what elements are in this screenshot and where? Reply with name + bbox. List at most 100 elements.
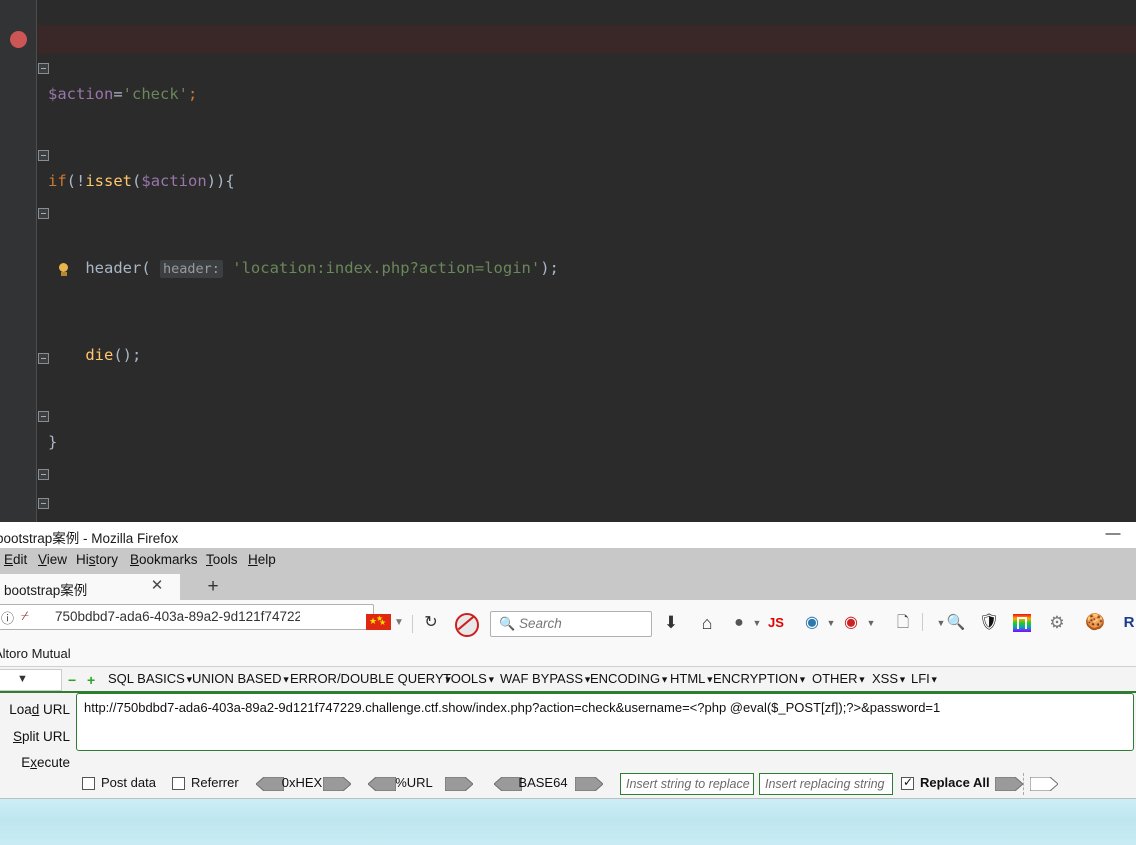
search-string-placeholder: Insert string to replace [626,777,750,791]
hb-menu-label: ENCODING [590,671,661,686]
home-icon[interactable]: ⌂ [696,612,718,634]
tab-title: bootstrap案例 [4,583,88,598]
toolbar-divider [412,615,413,633]
remove-profile-button[interactable]: − [68,672,76,688]
hb-menu-other[interactable]: OTHER▼ [812,671,866,686]
menu-help[interactable]: Help [248,552,276,567]
referrer-checkbox[interactable] [172,777,185,790]
search-bar[interactable]: 🔍 Search [490,611,652,637]
base64-label: BASE64 [518,775,568,790]
minimize-button[interactable]: — [1099,526,1127,544]
url-textarea-value: http://750bdbd7-ada6-403a-89a2-9d121f747… [84,700,941,715]
tab-strip: bootstrap案例 ✕ + [0,574,1136,600]
code-line-3: header( header: 'location:index.php?acti… [85,259,559,278]
base64-encode-button[interactable] [575,777,603,791]
replace-string-placeholder: Insert replacing string [765,777,885,791]
menu-bar: Edit View History Bookmarks Tools Help [0,548,1136,574]
window-titlebar: bootstrap案例 - Mozilla Firefox — [0,522,1136,548]
downloads-icon[interactable]: ⬇ [660,612,682,634]
wappalyzer-icon[interactable]: 🛡 [978,612,1000,634]
url-textarea[interactable]: http://750bdbd7-ada6-403a-89a2-9d121f747… [76,693,1134,751]
search-icon: 🔍 [499,616,516,631]
zoom-search-icon[interactable]: 🔍 [945,612,967,634]
load-url-button[interactable]: Load URL [0,702,70,717]
hackbar-profile-select[interactable]: ▼ [0,669,62,691]
hb-menu-label: ERROR/DOUBLE QUERY [290,671,444,686]
hb-menu-waf-bypass[interactable]: WAF BYPASS▼ [500,671,592,686]
code-editor[interactable]: $action='check'; if(!isset($action)){ he… [0,0,1136,522]
noscript-icon[interactable] [455,613,479,637]
chevron-down-icon: ▼ [17,673,28,685]
url-encode-label: %URL [395,775,433,790]
menu-history[interactable]: History [76,552,118,567]
bookmarks-toolbar: Altoro Mutual [0,644,1136,666]
hb-menu-error-double-query[interactable]: ERROR/DOUBLE QUERY▼ [290,671,453,686]
hackbar-icon[interactable]: ◉ [840,612,862,634]
replace-revert-button[interactable] [1030,777,1058,791]
hb-menu-label: TOOLS [443,671,487,686]
url-bar[interactable]: ⓘ ⌿ 750bdbd7-ada6-403a-89a2-9d121f747229… [0,604,374,630]
execute-button[interactable]: Execute [0,755,70,770]
toolbar-divider [922,613,923,631]
replace-all-checkbox[interactable] [901,775,914,790]
replace-all-label: Replace All [920,775,990,790]
rainbow-icon[interactable] [1013,614,1031,632]
hb-menu-html[interactable]: HTML▼ [670,671,714,686]
split-url-button[interactable]: Split URL [0,729,70,744]
hb-menu-xss[interactable]: XSS▼ [872,671,907,686]
hb-menu-encoding[interactable]: ENCODING▼ [590,671,669,686]
replace-string-input[interactable]: Insert replacing string [759,773,893,795]
browser-tab[interactable]: bootstrap案例 ✕ [0,574,180,600]
code-line-5: } [48,433,58,451]
menu-bookmarks[interactable]: Bookmarks [130,552,198,567]
page-copy-icon[interactable]: 🗋 [892,612,914,634]
post-data-checkbox[interactable] [82,777,95,790]
referrer-label: Referrer [191,775,239,790]
menu-view[interactable]: View [38,552,67,567]
editor-gutter[interactable] [0,0,36,522]
code-line-2: if(!isset($action)){ [48,172,235,190]
add-profile-button[interactable]: + [87,672,95,688]
menu-tools[interactable]: Tools [206,552,238,567]
new-tab-button[interactable]: + [203,577,223,597]
replace-apply-button[interactable] [995,777,1023,791]
hackbar-panel: ▼ − + SQL BASICS▼ UNION BASED▼ ERROR/DOU… [0,666,1136,799]
language-flag-icon[interactable]: ★ ★ ★ [366,614,391,630]
close-icon[interactable]: ✕ [148,577,166,595]
hb-menu-encryption[interactable]: ENCRYPTION▼ [713,671,807,686]
identity-icon[interactable]: ⓘ [1,608,14,627]
rk-icon[interactable]: R [1118,612,1136,634]
hb-menu-sql-basics[interactable]: SQL BASICS▼ [108,671,194,686]
hb-menu-label: SQL BASICS [108,671,185,686]
bookmark-altoro-mutual[interactable]: Altoro Mutual [0,646,71,661]
hb-menu-label: HTML [670,671,706,686]
hackbar-options-row: Post data Referrer 0xHEX %URL BASE64 Ins… [0,771,1136,799]
chevron-down-icon[interactable]: ▼ [860,612,882,634]
gear-icon[interactable]: ⚙ [1046,612,1068,634]
hb-menu-label: WAF BYPASS [500,671,584,686]
hb-menu-tools[interactable]: TOOLS▼ [443,671,496,686]
chevron-down-icon[interactable]: ▼ [820,612,842,634]
menu-edit[interactable]: Edit [4,552,27,567]
breakpoint-marker[interactable] [10,31,27,48]
search-string-input[interactable]: Insert string to replace [620,773,754,795]
search-placeholder: Search [519,616,562,631]
js-icon[interactable]: JS [765,612,787,634]
hb-menu-union-based[interactable]: UNION BASED▼ [192,671,291,686]
hb-menu-label: LFI [911,671,930,686]
code-text[interactable]: $action='check'; if(!isset($action)){ he… [48,22,1066,522]
chevron-down-icon[interactable]: ▼ [394,617,404,628]
hex-encode-button[interactable] [323,777,351,791]
tracking-protection-off-icon[interactable]: ⌿ [21,608,29,624]
url-input[interactable]: 750bdbd7-ada6-403a-89a2-9d121f747229.ch [55,609,300,624]
hb-menu-lfi[interactable]: LFI▼ [911,671,939,686]
toolbar-divider [1023,773,1025,795]
url-encode-button[interactable] [445,777,473,791]
web-page-content [0,798,1136,845]
post-data-label: Post data [101,775,156,790]
cookie-icon[interactable]: 🍪 [1084,612,1106,634]
reload-button[interactable]: ↻ [420,612,442,634]
gutter-divider [36,0,37,522]
code-line-1: $action='check'; [48,85,198,103]
